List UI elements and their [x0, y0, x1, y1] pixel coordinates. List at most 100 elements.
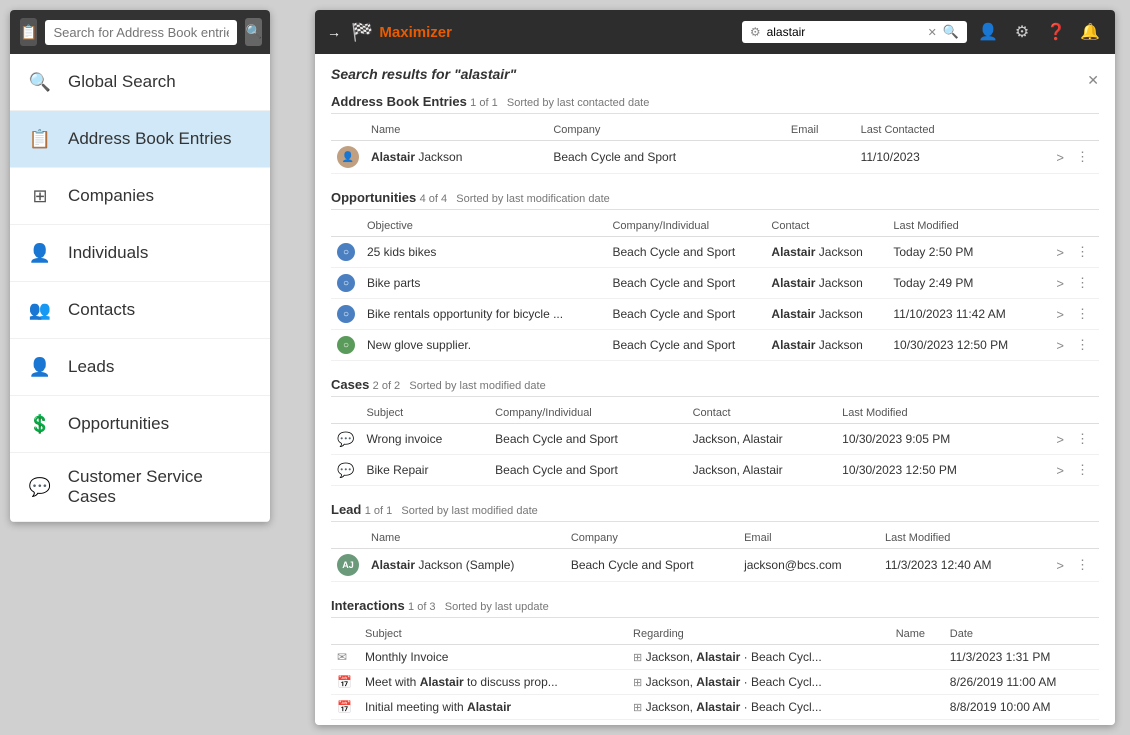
interactions-table: Subject Regarding Name Date ✉ Monthly In…: [331, 624, 1099, 720]
col-header-actions: [1006, 120, 1099, 141]
col-header-email: Email: [738, 528, 879, 549]
col-header-last-modified: Last Modified: [836, 403, 1022, 424]
table-row: 💬 Bike Repair Beach Cycle and Sport Jack…: [331, 455, 1099, 486]
notifications-button[interactable]: 🔔: [1077, 19, 1103, 45]
cell-contact: Alastair Jackson: [765, 299, 887, 330]
customer-service-icon: 💬: [26, 473, 54, 501]
global-search-bar: ⚙ ✕ 🔍: [742, 21, 967, 43]
table-row: AJ Alastair Jackson (Sample) Beach Cycle…: [331, 549, 1099, 582]
case-icon: 💬: [337, 462, 354, 478]
row-more-button[interactable]: ⋮: [1072, 460, 1093, 480]
back-button[interactable]: →: [327, 24, 341, 40]
sidebar-item-global-search[interactable]: 🔍 Global Search: [10, 54, 270, 111]
row-expand-button[interactable]: >: [1052, 336, 1068, 355]
opportunity-icon: ○: [337, 305, 355, 323]
col-header-icon: [331, 528, 365, 549]
address-book-table: Name Company Email Last Contacted 👤 Alas…: [331, 120, 1099, 174]
cases-table: Subject Company/Individual Contact Last …: [331, 403, 1099, 486]
table-row: ○ Bike parts Beach Cycle and Sport Alast…: [331, 268, 1099, 299]
search-input[interactable]: [45, 20, 237, 45]
sidebar-item-opportunities[interactable]: 💲 Opportunities: [10, 396, 270, 453]
cases-count: 2 of 2 Sorted by last modified date: [373, 380, 546, 392]
search-submit-button[interactable]: 🔍: [943, 24, 959, 40]
app-name: Maximizer: [379, 24, 452, 41]
clear-search-button[interactable]: ✕: [928, 26, 937, 39]
calendar-icon: 📅: [337, 700, 352, 714]
row-more-button[interactable]: ⋮: [1072, 335, 1093, 355]
row-expand-button[interactable]: >: [1052, 461, 1068, 480]
address-book-nav-icon: 📋: [26, 125, 54, 153]
col-header-actions: [1022, 403, 1099, 424]
cell-objective: New glove supplier.: [361, 330, 606, 361]
cell-date: 11/3/2023 1:31 PM: [944, 645, 1099, 670]
cell-name: Alastair Jackson: [365, 141, 547, 174]
cell-company: Beach Cycle and Sport: [606, 299, 765, 330]
interactions-section: Interactions 1 of 3 Sorted by last updat…: [331, 598, 1099, 720]
row-expand-button[interactable]: >: [1052, 556, 1068, 575]
col-header-company: Company: [547, 120, 785, 141]
cell-last-modified: 10/30/2023 9:05 PM: [836, 424, 1022, 455]
cell-subject: Monthly Invoice: [359, 645, 627, 670]
sidebar-item-companies[interactable]: ⊞ Companies: [10, 168, 270, 225]
lead-avatar: AJ: [337, 554, 359, 576]
cell-company: Beach Cycle and Sport: [606, 330, 765, 361]
sidebar-item-address-book[interactable]: 📋 Address Book Entries: [10, 111, 270, 168]
sidebar-item-leads[interactable]: 👤 Leads: [10, 339, 270, 396]
sidebar-item-customer-service[interactable]: 💬 Customer Service Cases: [10, 453, 270, 522]
sidebar-item-individuals[interactable]: 👤 Individuals: [10, 225, 270, 282]
cell-objective: Bike rentals opportunity for bicycle ...: [361, 299, 606, 330]
settings-button[interactable]: ⚙: [1009, 19, 1035, 45]
row-more-button[interactable]: ⋮: [1072, 304, 1093, 324]
cell-last-modified: 11/10/2023 11:42 AM: [887, 299, 1037, 330]
individuals-icon: 👤: [26, 239, 54, 267]
sidebar-item-label: Customer Service Cases: [68, 467, 254, 507]
cell-objective: 25 kids bikes: [361, 237, 606, 268]
cell-date: 8/8/2019 10:00 AM: [944, 695, 1099, 720]
row-more-button[interactable]: ⋮: [1072, 429, 1093, 449]
row-expand-button[interactable]: >: [1052, 243, 1068, 262]
cell-name: [890, 695, 944, 720]
row-expand-button[interactable]: >: [1052, 430, 1068, 449]
cell-company: Beach Cycle and Sport: [489, 424, 686, 455]
left-navigation-panel: 📋 🔍 🔍 Global Search 📋 Address Book Entri…: [10, 10, 270, 522]
row-more-button[interactable]: ⋮: [1072, 555, 1093, 575]
global-search-icon: 🔍: [26, 68, 54, 96]
cell-contact: Jackson, Alastair: [687, 424, 837, 455]
row-more-button[interactable]: ⋮: [1072, 147, 1093, 167]
row-expand-button[interactable]: >: [1052, 148, 1068, 167]
col-header-name: Name: [365, 528, 565, 549]
email-icon: ✉: [337, 650, 347, 664]
cell-subject: Bike Repair: [360, 455, 489, 486]
col-header-name: Name: [890, 624, 944, 645]
sidebar-item-contacts[interactable]: 👥 Contacts: [10, 282, 270, 339]
logo-icon: 🏁: [351, 22, 373, 43]
col-header-icon: [331, 624, 359, 645]
address-book-section: Address Book Entries 1 of 1 Sorted by la…: [331, 94, 1099, 174]
table-row: 👤 Alastair Jackson Beach Cycle and Sport…: [331, 141, 1099, 174]
search-button[interactable]: 🔍: [245, 18, 262, 46]
interactions-count: 1 of 3 Sorted by last update: [408, 601, 549, 613]
help-button[interactable]: ❓: [1043, 19, 1069, 45]
cell-contact: Alastair Jackson: [765, 330, 887, 361]
row-expand-button[interactable]: >: [1052, 274, 1068, 293]
col-header-contact: Contact: [687, 403, 837, 424]
row-more-button[interactable]: ⋮: [1072, 273, 1093, 293]
col-header-subject: Subject: [360, 403, 489, 424]
cell-company: Beach Cycle and Sport: [565, 549, 738, 582]
row-more-button[interactable]: ⋮: [1072, 242, 1093, 262]
case-icon: 💬: [337, 431, 354, 447]
row-expand-button[interactable]: >: [1052, 305, 1068, 324]
col-header-regarding: Regarding: [627, 624, 890, 645]
col-header-icon: [331, 403, 360, 424]
cell-subject: Meet with Alastair to discuss prop...: [359, 670, 627, 695]
opportunities-section-header: Opportunities 4 of 4 Sorted by last modi…: [331, 190, 1099, 210]
table-row: ○ 25 kids bikes Beach Cycle and Sport Al…: [331, 237, 1099, 268]
col-header-name: [331, 120, 365, 141]
lead-count: 1 of 1 Sorted by last modified date: [365, 505, 538, 517]
global-search-input[interactable]: [767, 25, 922, 39]
close-results-button[interactable]: ✕: [1087, 72, 1099, 89]
cell-name: [890, 670, 944, 695]
cell-last-contacted: 11/10/2023: [855, 141, 1007, 174]
user-icon-button[interactable]: 👤: [975, 19, 1001, 45]
cell-last-modified: 11/3/2023 12:40 AM: [879, 549, 1031, 582]
